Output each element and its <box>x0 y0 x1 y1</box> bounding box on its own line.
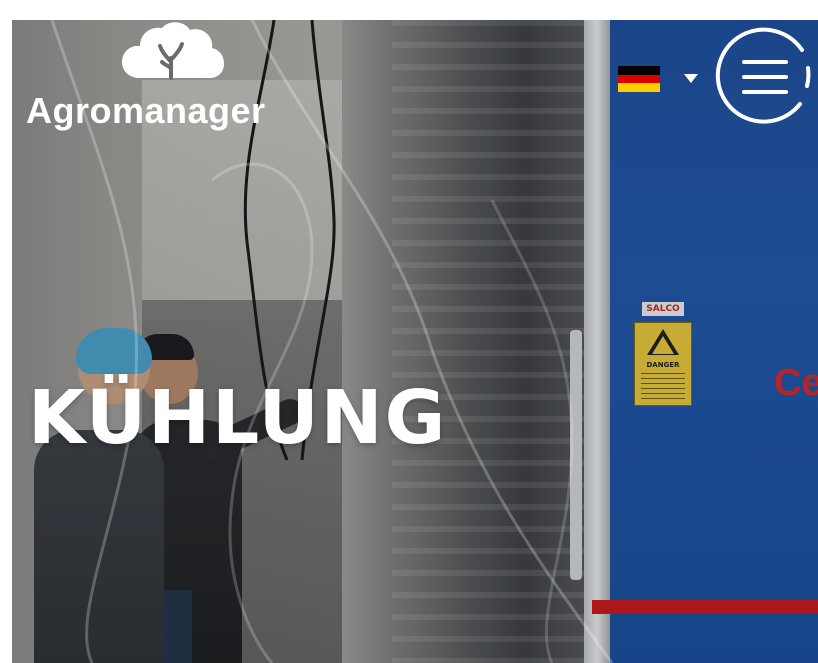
language-selector[interactable] <box>618 66 700 94</box>
caret-down-icon <box>684 74 698 83</box>
brand-logo[interactable]: Agromanager <box>26 20 288 135</box>
hamburger-icon <box>742 60 788 94</box>
logo-text: Agromanager <box>26 90 266 131</box>
cloud-tree-icon <box>122 22 224 80</box>
hero-title: KÜHLUNG <box>28 375 448 461</box>
hero-section: SALCO DANGER Ce Agromanager KÜHLUNG <box>12 20 818 663</box>
german-flag-icon <box>618 66 660 92</box>
menu-button[interactable] <box>712 24 818 130</box>
